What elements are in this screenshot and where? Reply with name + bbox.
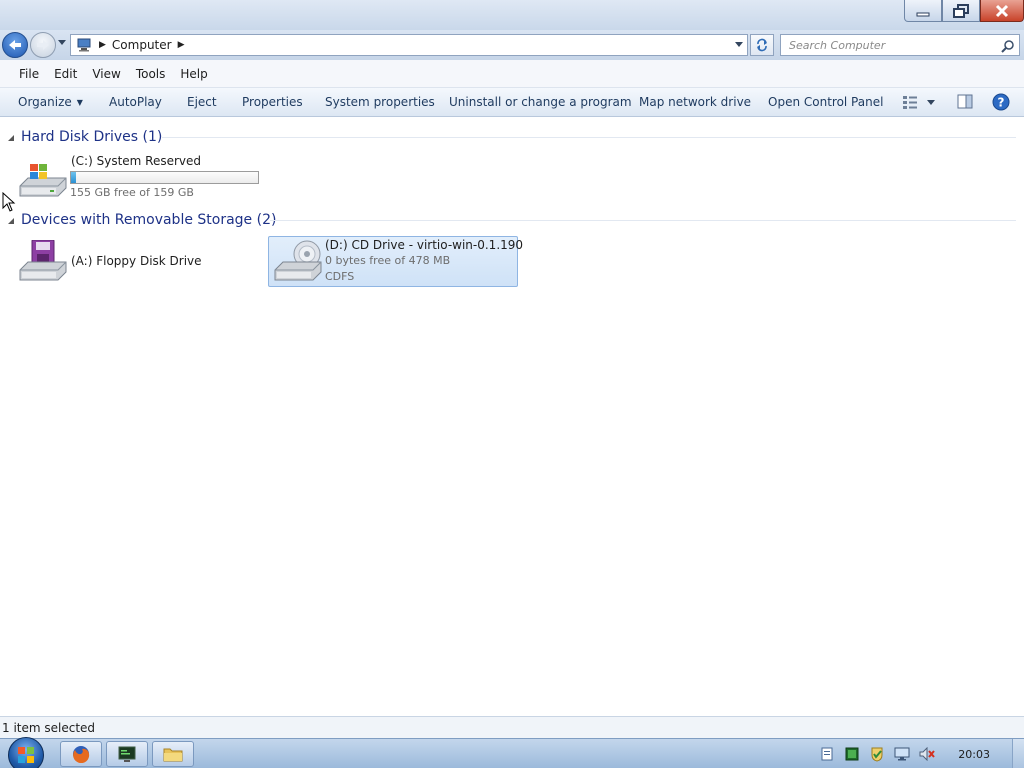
start-button[interactable] — [8, 737, 44, 768]
windows-drive-icon — [19, 164, 67, 197]
preview-pane-button[interactable] — [957, 94, 973, 113]
arrow-left-icon — [9, 40, 21, 50]
tray-action-center[interactable] — [869, 746, 885, 762]
properties-button[interactable]: Properties — [242, 95, 303, 109]
refresh-icon — [757, 38, 767, 52]
command-bar: Organize ▼ AutoPlay Eject Properties Syst… — [0, 88, 1024, 117]
drive-free-space: 155 GB free of 159 GB — [70, 186, 194, 199]
organize-label: Organize — [18, 95, 72, 109]
tray-network[interactable] — [844, 746, 860, 762]
drive-name: (C:) System Reserved — [71, 154, 202, 168]
breadcrumb-chevron-icon[interactable]: ▶ — [178, 40, 185, 50]
show-desktop-button[interactable] — [1012, 739, 1024, 768]
menu-file[interactable]: File — [19, 67, 39, 81]
floppy-drive-icon — [19, 240, 67, 281]
document-icon — [821, 747, 833, 761]
open-control-panel-button[interactable]: Open Control Panel — [768, 95, 883, 109]
change-view-button[interactable] — [902, 95, 936, 112]
title-bar — [0, 0, 1024, 30]
address-dropdown-icon[interactable] — [735, 42, 743, 48]
group-hard-disk-drives[interactable]: Hard Disk Drives (1) — [0, 127, 1024, 147]
window-controls — [904, 0, 1024, 22]
network-icon — [845, 747, 859, 761]
tray-document[interactable] — [819, 746, 835, 762]
terminal-icon — [118, 746, 136, 762]
mouse-cursor-icon — [2, 192, 16, 212]
drive-usage-bar — [70, 171, 259, 184]
computer-icon — [77, 38, 91, 52]
group-title: Devices with Removable Storage (2) — [21, 212, 277, 228]
group-divider — [162, 137, 1016, 138]
taskbar-terminal[interactable] — [106, 741, 148, 767]
menu-tools[interactable]: Tools — [136, 67, 166, 81]
collapse-triangle-icon[interactable] — [7, 217, 15, 225]
collapse-triangle-icon[interactable] — [7, 134, 15, 142]
minimize-icon — [916, 12, 930, 16]
cd-drive-icon — [274, 240, 322, 281]
monitor-icon — [894, 747, 910, 761]
map-network-drive-button[interactable]: Map network drive — [639, 95, 751, 109]
autoplay-button[interactable]: AutoPlay — [109, 95, 162, 109]
breadcrumb-computer[interactable]: Computer — [112, 38, 172, 52]
forward-button[interactable] — [30, 32, 56, 58]
status-text: 1 item selected — [2, 721, 96, 735]
group-removable-storage[interactable]: Devices with Removable Storage (2) — [0, 210, 1024, 230]
view-options-icon — [903, 96, 935, 109]
group-title: Hard Disk Drives (1) — [21, 129, 163, 145]
windows-logo-icon — [18, 747, 34, 763]
close-button[interactable] — [980, 0, 1024, 22]
restore-button[interactable] — [942, 0, 980, 22]
system-tray: 20:03 — [819, 739, 1024, 768]
drive-name: (A:) Floppy Disk Drive — [71, 254, 202, 268]
drive-name: (D:) CD Drive - virtio-win-0.1.190 — [325, 238, 524, 252]
address-row: ▶ Computer ▶ — [0, 30, 1024, 60]
search-icon[interactable] — [1001, 39, 1015, 53]
help-icon: ? — [992, 93, 1010, 111]
drive-file-system: CDFS — [325, 270, 355, 283]
firefox-icon — [73, 746, 90, 763]
refresh-button[interactable] — [750, 34, 774, 56]
search-input[interactable] — [781, 35, 991, 55]
tray-display[interactable] — [894, 746, 910, 762]
group-divider — [270, 220, 1016, 221]
drive-usage-fill — [71, 172, 76, 183]
menu-help[interactable]: Help — [180, 67, 207, 81]
preview-pane-icon — [957, 94, 973, 109]
organize-button[interactable]: Organize ▼ — [18, 95, 83, 109]
svg-text:?: ? — [998, 96, 1005, 110]
menu-bar: File Edit View Tools Help — [0, 60, 1024, 88]
folder-icon — [163, 748, 183, 762]
shield-check-icon — [871, 747, 883, 762]
menu-edit[interactable]: Edit — [54, 67, 77, 81]
clock[interactable]: 20:03 — [958, 748, 990, 761]
taskbar-firefox[interactable] — [60, 741, 102, 767]
restore-icon — [953, 3, 969, 18]
taskbar: 20:03 — [0, 737, 1024, 768]
close-icon — [995, 4, 1009, 17]
recent-pages-dropdown[interactable] — [58, 40, 66, 46]
uninstall-program-button[interactable]: Uninstall or change a program — [449, 95, 632, 109]
tray-volume[interactable] — [919, 746, 936, 762]
speaker-muted-icon — [919, 747, 936, 761]
drive-a[interactable]: (A:) Floppy Disk Drive — [14, 236, 264, 286]
back-button[interactable] — [2, 32, 28, 58]
minimize-button[interactable] — [904, 0, 942, 22]
address-bar[interactable]: ▶ Computer ▶ — [70, 34, 748, 56]
menu-view[interactable]: View — [92, 67, 120, 81]
search-box — [780, 34, 1020, 56]
drive-free-space: 0 bytes free of 478 MB — [325, 254, 451, 267]
eject-button[interactable]: Eject — [187, 95, 217, 109]
status-bar: 1 item selected — [0, 716, 1024, 738]
system-properties-button[interactable]: System properties — [325, 95, 435, 109]
chevron-down-icon: ▼ — [76, 98, 83, 107]
help-button[interactable]: ? — [992, 93, 1010, 114]
taskbar-explorer[interactable] — [152, 741, 194, 767]
drive-d[interactable]: (D:) CD Drive - virtio-win-0.1.190 0 byt… — [268, 236, 523, 287]
arrow-right-icon — [37, 40, 49, 50]
breadcrumb-separator-icon[interactable]: ▶ — [99, 40, 106, 50]
